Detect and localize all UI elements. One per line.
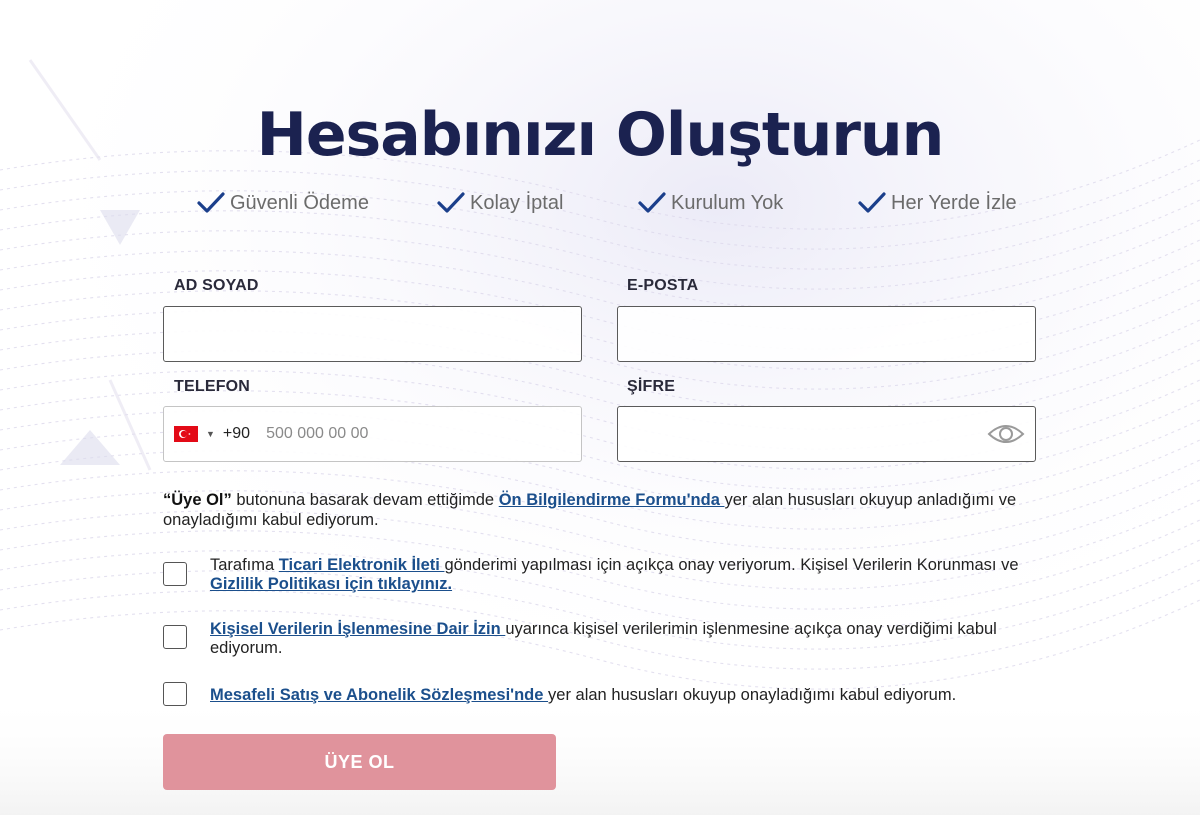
feature-label: Her Yerde İzle — [891, 191, 1017, 214]
agreement-consent-row: Mesafeli Satış ve Abonelik Sözleşmesi'nd… — [163, 682, 1043, 712]
turkey-flag-icon[interactable] — [174, 426, 198, 442]
consent-text: butonuna basarak devam ettiğimde — [231, 491, 499, 509]
check-icon — [638, 192, 666, 213]
feature-label: Kolay İptal — [470, 191, 564, 214]
agreement-consent-checkbox[interactable] — [163, 682, 187, 706]
password-field-wrapper — [617, 406, 1036, 462]
name-field-wrapper — [163, 306, 582, 362]
password-label: ŞİFRE — [627, 378, 676, 395]
commercial-consent-text: Tarafıma Ticari Elektronik İleti gönderi… — [210, 556, 1040, 594]
commercial-consent-checkbox[interactable] — [163, 562, 187, 586]
name-label: AD SOYAD — [174, 277, 259, 294]
password-input[interactable] — [618, 407, 1035, 461]
feature-item: Kurulum Yok — [637, 190, 783, 216]
email-field-wrapper — [617, 306, 1036, 362]
page-title: Hesabınızı Oluşturun — [256, 100, 945, 170]
email-label: E-POSTA — [627, 277, 699, 294]
privacy-policy-link[interactable]: Gizlilik Politikası için tıklayınız. — [210, 575, 452, 593]
consent-main-text: “Üye Ol” butonuna basarak devam ettiğimd… — [163, 490, 1023, 530]
distance-sales-agreement-link[interactable]: Mesafeli Satış ve Abonelik Sözleşmesi'nd… — [210, 686, 548, 704]
commercial-consent-row: Tarafıma Ticari Elektronik İleti gönderi… — [163, 555, 1043, 599]
feature-item: Güvenli Ödeme — [196, 190, 369, 216]
feature-list: Güvenli Ödeme Kolay İptal Kurulum Yok He… — [0, 190, 1200, 220]
signup-button[interactable]: ÜYE OL — [163, 734, 556, 790]
phone-label: TELEFON — [174, 378, 251, 395]
check-icon — [858, 192, 886, 213]
consent-text: yer alan hususları okuyup onayladığımı k… — [548, 686, 957, 704]
name-input[interactable] — [164, 307, 581, 361]
kvkk-consent-checkbox[interactable] — [163, 625, 187, 649]
email-input[interactable] — [618, 307, 1035, 361]
phone-field-wrapper: ▼ +90 — [163, 406, 582, 462]
feature-item: Kolay İptal — [436, 190, 563, 216]
feature-label: Kurulum Yok — [671, 191, 784, 214]
dial-code: +90 — [222, 425, 251, 442]
pre-information-form-link[interactable]: Ön Bilgilendirme Formu'nda — [499, 491, 725, 509]
consent-text: Tarafıma — [210, 556, 279, 574]
phone-input[interactable] — [256, 407, 581, 461]
feature-label: Güvenli Ödeme — [230, 191, 369, 214]
feature-item: Her Yerde İzle — [857, 190, 1017, 216]
agreement-consent-text: Mesafeli Satış ve Abonelik Sözleşmesi'nd… — [210, 686, 1040, 705]
check-icon — [437, 192, 465, 213]
chevron-down-icon[interactable]: ▼ — [206, 429, 215, 439]
consent-main-bold: “Üye Ol” — [163, 491, 232, 509]
check-icon — [197, 192, 225, 213]
eye-icon[interactable] — [987, 419, 1025, 449]
kvkk-consent-text: Kişisel Verilerin İşlenmesine Dair İzin … — [210, 620, 1040, 658]
kvkk-consent-row: Kişisel Verilerin İşlenmesine Dair İzin … — [163, 619, 1043, 663]
signup-page: Hesabınızı Oluşturun Güvenli Ödeme Kolay… — [0, 0, 1200, 815]
personal-data-consent-link[interactable]: Kişisel Verilerin İşlenmesine Dair İzin — [210, 620, 505, 638]
commercial-message-link[interactable]: Ticari Elektronik İleti — [279, 556, 445, 574]
consent-text: gönderimi yapılması için açıkça onay ver… — [444, 556, 1019, 574]
